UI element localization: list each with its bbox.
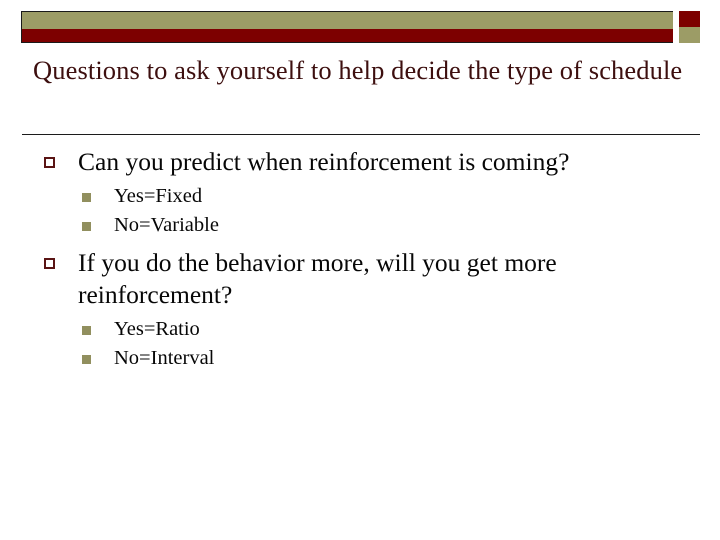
olive-band-icon <box>21 11 673 29</box>
checker-top-right <box>679 11 700 27</box>
sub-bullet-text: No=Interval <box>114 347 215 369</box>
square-filled-bullet-icon <box>82 326 91 335</box>
sub-bullet-item: Yes=Fixed <box>0 183 720 209</box>
sub-bullet-item: No=Interval <box>0 345 720 371</box>
slide-body: Can you predict when reinforcement is co… <box>0 146 720 380</box>
checker-bottom-right <box>679 27 700 43</box>
maroon-band-icon <box>21 29 673 43</box>
sub-bullet-item: No=Variable <box>0 212 720 238</box>
square-outline-bullet-icon <box>44 157 55 168</box>
square-outline-bullet-icon <box>44 258 55 269</box>
header-banner <box>21 11 700 43</box>
bullet-item: If you do the behavior more, will you ge… <box>0 247 720 311</box>
checker-accent-icon <box>679 11 700 43</box>
sub-bullet-group: Yes=Ratio No=Interval <box>0 316 720 371</box>
title-divider <box>22 134 700 135</box>
sub-bullet-text: Yes=Ratio <box>114 318 200 340</box>
square-filled-bullet-icon <box>82 222 91 231</box>
page-title: Questions to ask yourself to help decide… <box>33 55 683 85</box>
sub-bullet-group: Yes=Fixed No=Variable <box>0 183 720 238</box>
sub-bullet-item: Yes=Ratio <box>0 316 720 342</box>
sub-bullet-text: Yes=Fixed <box>114 185 203 207</box>
square-filled-bullet-icon <box>82 355 91 364</box>
sub-bullet-text: No=Variable <box>114 214 219 236</box>
bullet-text: Can you predict when reinforcement is co… <box>78 147 570 176</box>
square-filled-bullet-icon <box>82 193 91 202</box>
bullet-text: If you do the behavior more, will you ge… <box>78 248 557 309</box>
slide-root: { "slide": { "title": "Questions to ask … <box>0 0 720 540</box>
bullet-item: Can you predict when reinforcement is co… <box>0 146 720 178</box>
